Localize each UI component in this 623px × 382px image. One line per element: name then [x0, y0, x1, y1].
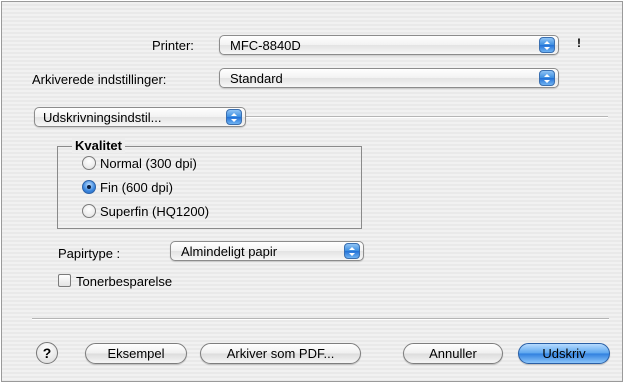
- popup-arrows-icon: [539, 37, 555, 53]
- popup-arrows-icon: [226, 109, 242, 125]
- radio-button-icon[interactable]: [82, 204, 96, 218]
- info-icon: !: [577, 36, 581, 50]
- preview-button[interactable]: Eksempel: [85, 343, 187, 364]
- paper-type-popup[interactable]: Almindeligt papir: [170, 241, 364, 261]
- radio-button-icon[interactable]: [82, 156, 96, 170]
- panel-popup[interactable]: Udskrivningsindstil...: [34, 107, 246, 127]
- paper-type-label: Papirtype :: [58, 246, 121, 261]
- radio-normal-label: Normal (300 dpi): [100, 156, 197, 171]
- popup-arrows-icon: [344, 243, 360, 259]
- popup-arrows-icon: [539, 70, 555, 86]
- presets-popup[interactable]: Standard: [219, 68, 559, 88]
- print-button[interactable]: Udskriv: [518, 343, 610, 364]
- printer-popup[interactable]: MFC-8840D: [219, 35, 559, 55]
- radio-fin-label: Fin (600 dpi): [100, 180, 173, 195]
- printer-value: MFC-8840D: [230, 38, 301, 53]
- bottom-separator: [32, 318, 609, 320]
- quality-title: Kvalitet: [72, 138, 125, 153]
- radio-superfin-label: Superfin (HQ1200): [100, 204, 210, 219]
- panel-value: Udskrivningsindstil...: [43, 110, 162, 125]
- help-button[interactable]: ?: [36, 342, 58, 364]
- save-as-pdf-button[interactable]: Arkiver som PDF...: [200, 343, 361, 364]
- cancel-button[interactable]: Annuller: [403, 343, 503, 364]
- print-dialog: Printer: MFC-8840D ! Arkiverede indstill…: [1, 1, 623, 382]
- radio-button-selected-icon[interactable]: [82, 180, 96, 194]
- presets-label: Arkiverede indstillinger:: [32, 72, 167, 87]
- paper-type-value: Almindeligt papir: [181, 244, 278, 259]
- presets-value: Standard: [230, 71, 283, 86]
- section-separator: [242, 116, 608, 118]
- toner-save-label: Tonerbesparelse: [76, 274, 173, 289]
- printer-label: Printer:: [152, 38, 194, 53]
- checkbox-icon[interactable]: [58, 274, 71, 287]
